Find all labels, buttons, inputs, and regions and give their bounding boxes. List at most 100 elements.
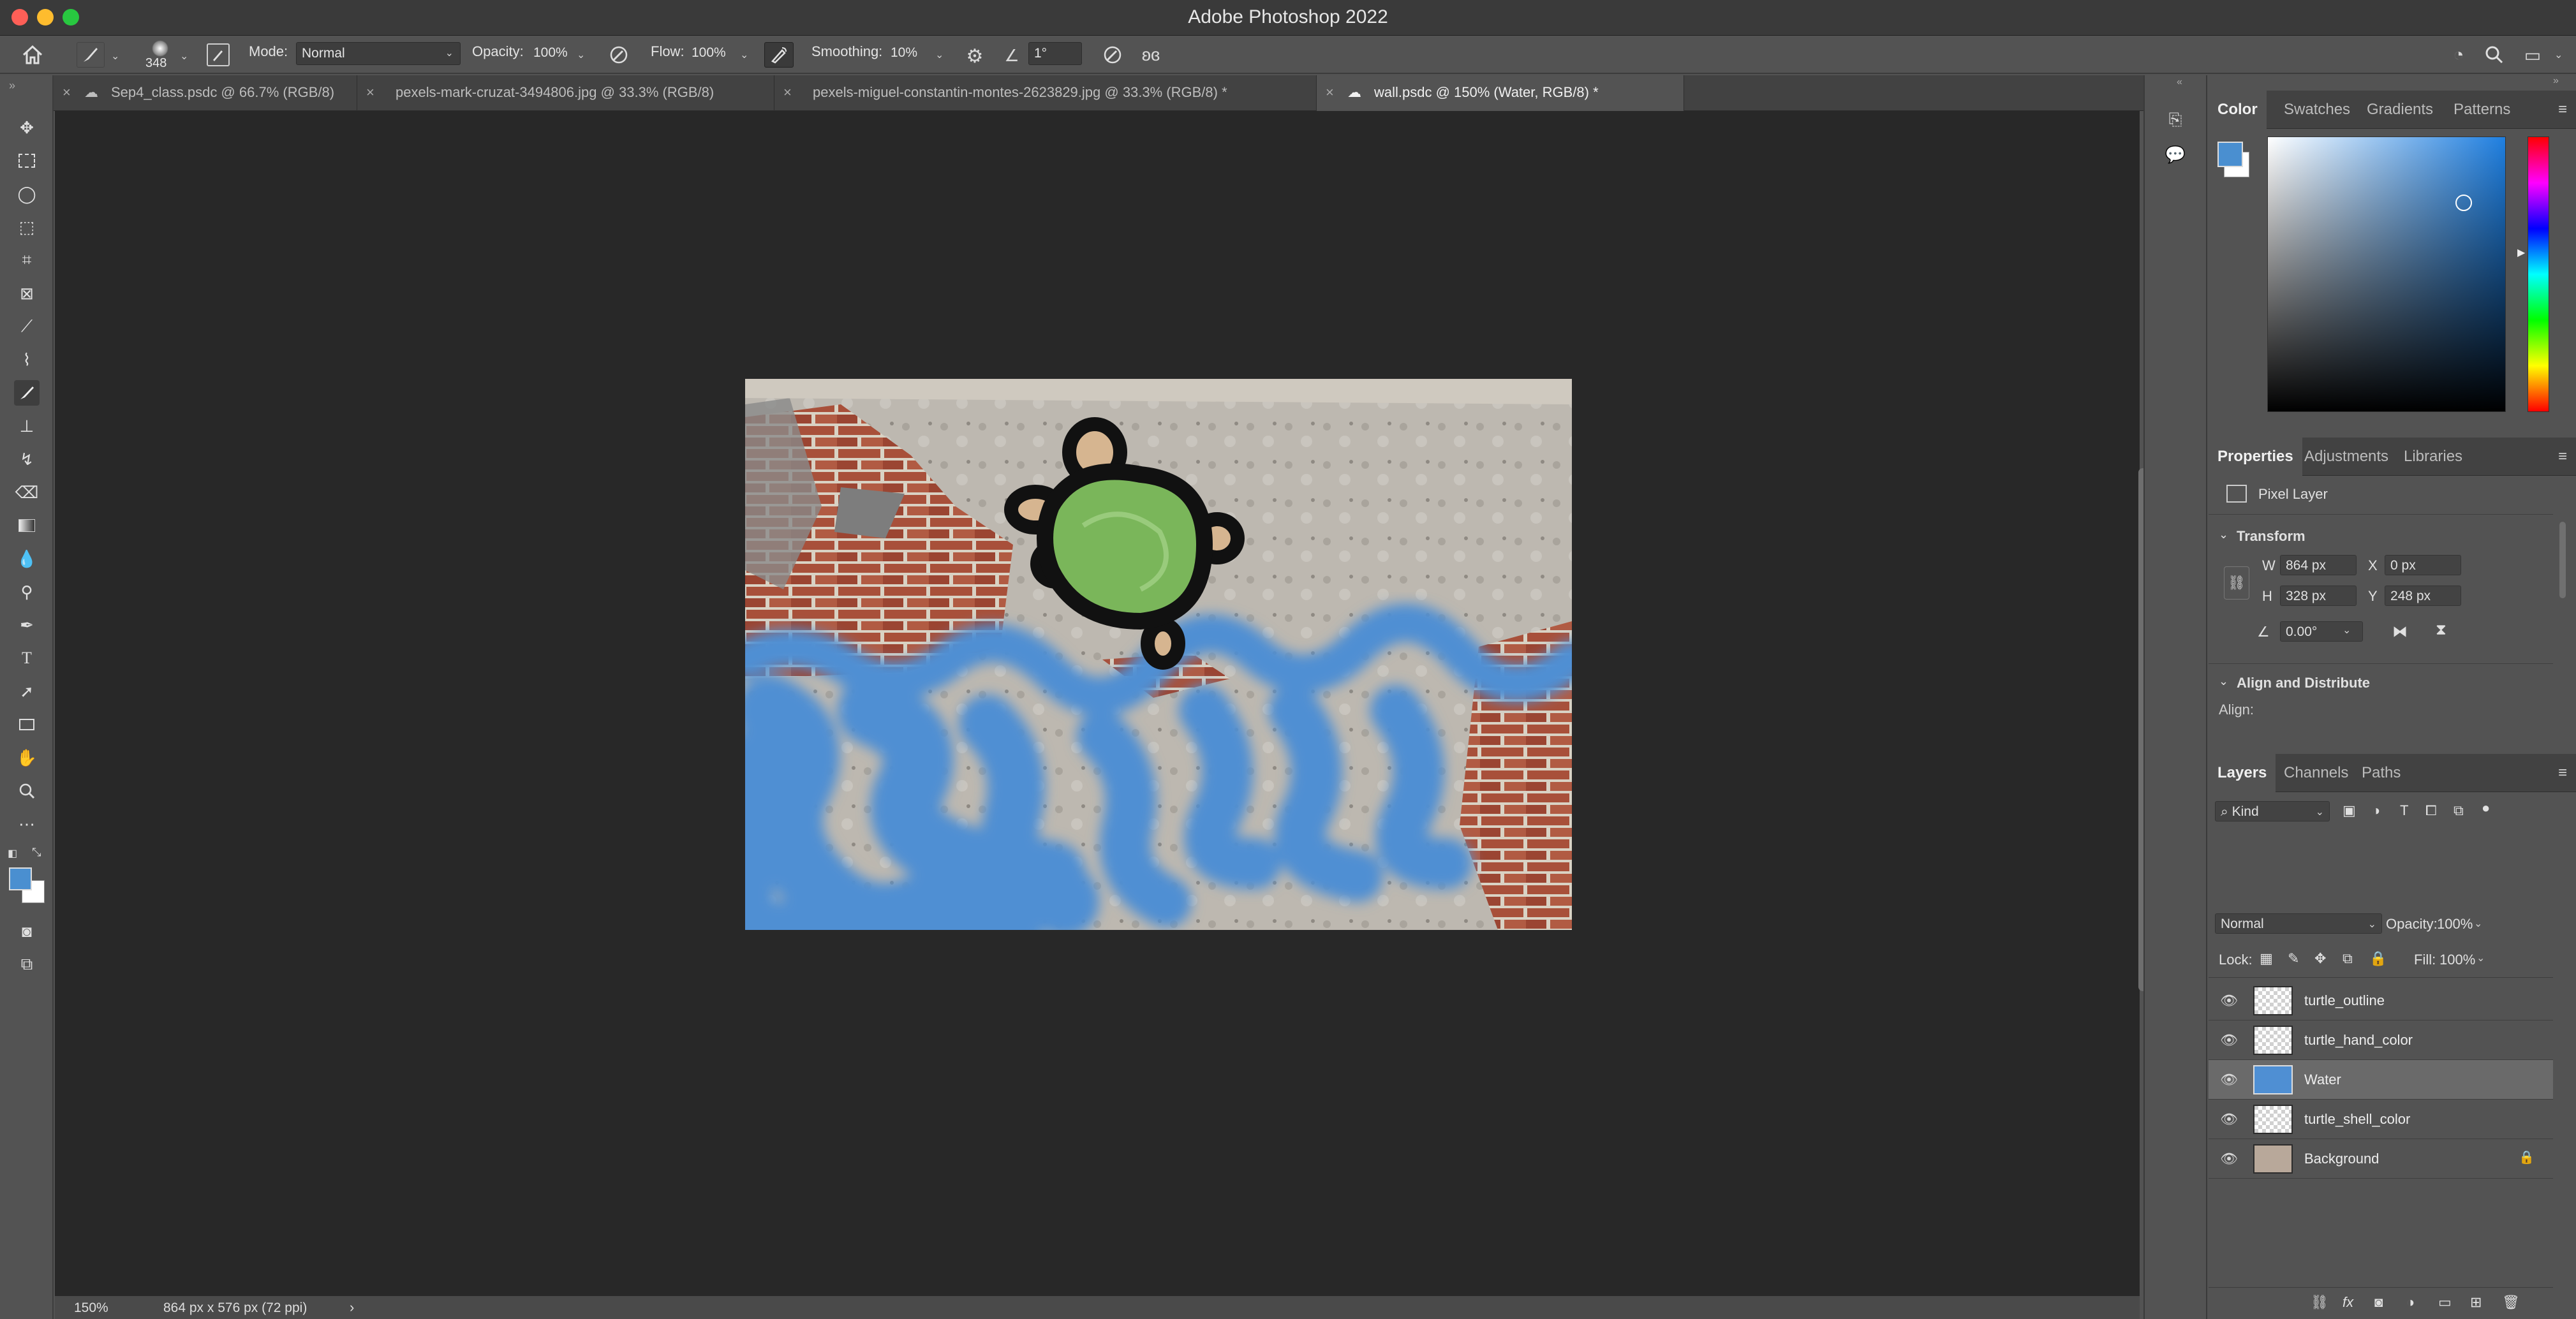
visibility-eye-icon[interactable]: 👁 [2220, 1032, 2238, 1049]
clone-stamp-tool-icon[interactable]: ⊥ [14, 413, 40, 439]
add-mask-icon[interactable]: ◙ [2374, 1294, 2383, 1311]
frame-tool-icon[interactable]: ⊠ [14, 281, 40, 306]
layer-style-icon[interactable]: fx [2343, 1294, 2353, 1311]
lock-artboard-icon[interactable]: ⧉ [2343, 950, 2353, 967]
filter-pixel-icon[interactable]: ▣ [2343, 802, 2356, 819]
new-layer-icon[interactable]: ⊞ [2470, 1294, 2482, 1311]
search-icon[interactable] [2482, 42, 2507, 68]
layer-name[interactable]: turtle_hand_color [2304, 1032, 2413, 1049]
zoom-tool-icon[interactable] [14, 778, 40, 804]
adjustment-layer-icon[interactable]: ◑ [2406, 1294, 2415, 1311]
tab-patterns[interactable]: Patterns [2445, 91, 2519, 129]
brush-tool-preset-icon[interactable] [77, 42, 105, 68]
tab-properties[interactable]: Properties [2209, 438, 2302, 476]
layer-row-turtle-outline[interactable]: 👁 turtle_outline [2209, 981, 2553, 1021]
new-group-icon[interactable]: ▭ [2438, 1294, 2452, 1311]
close-tab-icon[interactable]: × [1326, 84, 1334, 101]
expand-panels-icon[interactable]: » [2553, 75, 2559, 87]
delete-layer-icon[interactable]: 🗑 [2502, 1294, 2520, 1311]
tab-color[interactable]: Color [2209, 91, 2267, 129]
doc-tab-pexels-mark[interactable]: × pexels-mark-cruzat-3494806.jpg @ 33.3%… [357, 75, 774, 111]
edit-toolbar-icon[interactable]: ⋯ [14, 811, 40, 837]
collapse-align-icon[interactable]: ⌄ [2219, 675, 2228, 688]
chevron-down-icon[interactable]: ⌄ [740, 48, 748, 61]
doc-tab-wall[interactable]: × ☁ wall.psdc @ 150% (Water, RGB/8) * [1317, 75, 1684, 111]
chevron-down-icon[interactable]: ⌄ [111, 50, 119, 63]
layer-name[interactable]: turtle_shell_color [2304, 1111, 2410, 1128]
symmetry-butterfly-icon[interactable]: ʚɞ [1138, 43, 1164, 66]
swap-colors-icon[interactable]: ⤡ [32, 846, 41, 859]
brush-settings-panel-icon[interactable] [207, 43, 230, 66]
properties-scrollbar[interactable] [2559, 522, 2566, 598]
layer-row-background[interactable]: 👁 Background 🔒 [2209, 1139, 2553, 1179]
workspace-icon[interactable]: ▭ [2520, 42, 2545, 68]
blur-tool-icon[interactable]: 💧 [14, 546, 40, 571]
collapse-dock-icon[interactable]: « [2177, 77, 2182, 88]
collapse-transform-icon[interactable]: ⌄ [2219, 528, 2228, 542]
crop-tool-icon[interactable]: ⌗ [14, 247, 40, 273]
lock-position-icon[interactable]: ✥ [2314, 950, 2326, 967]
close-tab-icon[interactable]: × [366, 84, 374, 101]
tab-layers[interactable]: Layers [2209, 754, 2276, 792]
zoom-level[interactable]: 150% [74, 1301, 108, 1316]
layer-name[interactable]: Water [2304, 1072, 2341, 1088]
hue-slider[interactable] [2528, 136, 2549, 412]
flip-horizontal-icon[interactable]: ⧓ [2392, 623, 2408, 641]
chevron-down-icon[interactable]: ⌄ [180, 50, 188, 63]
blend-mode-select[interactable]: Normal ⌄ [2215, 913, 2382, 934]
path-selection-tool-icon[interactable]: ➚ [14, 679, 40, 704]
layer-row-turtle-shell-color[interactable]: 👁 turtle_shell_color [2209, 1100, 2553, 1139]
layer-row-turtle-hand-color[interactable]: 👁 turtle_hand_color [2209, 1021, 2553, 1060]
visibility-eye-icon[interactable]: 👁 [2220, 1151, 2238, 1167]
comments-panel-icon[interactable]: 💬 [2163, 142, 2188, 167]
width-field[interactable]: 864 px [2280, 555, 2357, 575]
home-icon[interactable] [18, 41, 47, 69]
color-picker-field[interactable] [2267, 136, 2506, 412]
visibility-eye-icon[interactable]: 👁 [2220, 992, 2238, 1009]
mode-select[interactable]: Normal ⌄ [296, 42, 461, 65]
chevron-right-icon[interactable]: › [350, 1299, 354, 1316]
screen-mode-icon[interactable]: ⧉ [14, 952, 40, 977]
filter-adjustment-icon[interactable]: ◑ [2372, 802, 2380, 819]
panel-menu-icon[interactable]: ≡ [2558, 448, 2567, 466]
layer-opacity-value[interactable]: 100% [2437, 916, 2473, 932]
object-selection-tool-icon[interactable]: ⬚ [14, 214, 40, 240]
y-field[interactable]: 248 px [2385, 586, 2461, 606]
eyedropper-tool-icon[interactable]: ⟋ [14, 314, 40, 339]
tab-adjustments[interactable]: Adjustments [2295, 438, 2397, 476]
tab-gradients[interactable]: Gradients [2358, 91, 2442, 129]
brush-preview-icon[interactable] [143, 40, 177, 57]
pen-tool-icon[interactable]: ✒ [14, 612, 40, 638]
filter-shape-icon[interactable]: ⧠ [2425, 802, 2437, 819]
lock-all-icon[interactable]: 🔒 [2369, 950, 2387, 967]
hand-tool-icon[interactable]: ✋ [14, 745, 40, 770]
canvas-area[interactable] [55, 111, 2147, 1296]
quick-mask-icon[interactable]: ◙ [14, 918, 40, 944]
chevron-down-icon[interactable]: ⌄ [577, 48, 585, 61]
chevron-down-icon[interactable]: ⌄ [2343, 624, 2351, 637]
lock-transparent-icon[interactable]: ▦ [2260, 950, 2273, 967]
chevron-down-icon[interactable]: ⌄ [2554, 48, 2563, 61]
height-field[interactable]: 328 px [2280, 586, 2357, 606]
doc-tab-sep4-class[interactable]: × ☁ Sep4_class.psdc @ 66.7% (RGB/8) [54, 75, 357, 111]
panel-menu-icon[interactable]: ≡ [2558, 764, 2567, 782]
default-colors-icon[interactable]: ◧ [8, 847, 17, 860]
visibility-eye-icon[interactable]: 👁 [2220, 1072, 2238, 1088]
marquee-tool-icon[interactable] [14, 148, 40, 173]
share-icon[interactable]: ◔ [2446, 42, 2471, 68]
link-dimensions-icon[interactable]: ⛓ [2224, 566, 2249, 600]
layer-name[interactable]: turtle_outline [2304, 992, 2385, 1009]
brush-angle-field[interactable]: 1° [1028, 42, 1082, 65]
tab-channels[interactable]: Channels [2275, 754, 2357, 792]
foreground-color-swatch[interactable] [9, 867, 32, 890]
gradient-tool-icon[interactable] [14, 513, 40, 538]
move-tool-icon[interactable]: ✥ [14, 115, 40, 140]
healing-brush-tool-icon[interactable]: ⌇ [14, 347, 40, 372]
dodge-tool-icon[interactable]: ⚲ [14, 579, 40, 605]
smoothing-field[interactable]: 10% [885, 42, 931, 65]
chevron-down-icon[interactable]: ⌄ [2476, 952, 2485, 964]
filter-smart-object-icon[interactable]: ⧉ [2454, 802, 2464, 819]
layer-name[interactable]: Background [2304, 1151, 2379, 1167]
layer-row-water[interactable]: 👁 Water [2209, 1060, 2553, 1100]
x-field[interactable]: 0 px [2385, 555, 2461, 575]
